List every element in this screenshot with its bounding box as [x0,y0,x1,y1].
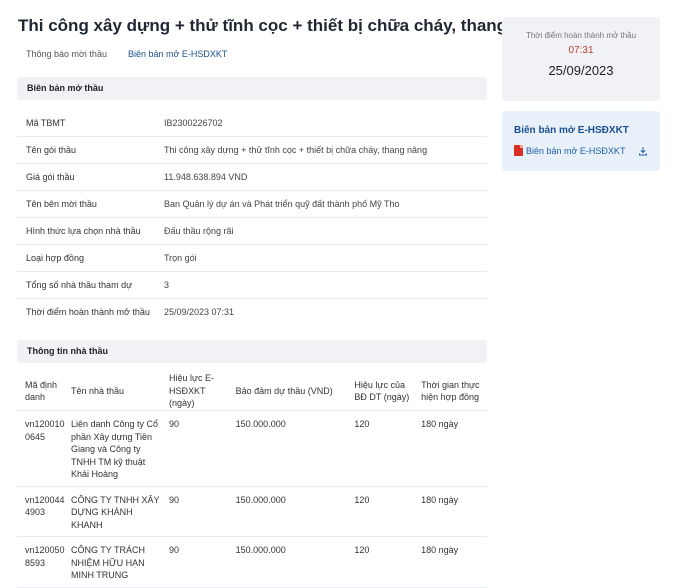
table-row: vn1200508593 CÔNG TY TRÁCH NHIỆM HỮU HẠN… [17,537,487,588]
completion-time: 07:31 [568,45,594,56]
page-title: Thi công xây dựng + thử tĩnh cọc + thiết… [18,16,553,35]
info-value: Ban Quản lý dự án và Phát triển quỹ đất … [164,199,400,209]
document-link[interactable]: Biên bản mở E-HSĐXKT [514,145,625,156]
tab-opening-minutes[interactable]: Biên bản mở E-HSDXKT [128,48,227,60]
cell-id: vn1200100645 [25,419,65,442]
info-value: 25/09/2023 07:31 [164,307,235,317]
table-row: vn1200444903 CÔNG TY TNHH XÂY DỰNG KHÁNH… [17,487,487,537]
info-row-completion-time: Thời điểm hoàn thành mở thầu 25/09/2023 … [17,299,487,325]
cell-name: CÔNG TY TNHH XÂY DỰNG KHÁNH KHANH [70,494,160,530]
info-label: Mã TBMT [26,118,66,128]
info-value: 11.948.638.894 VND [164,172,248,182]
info-row-package-price: Giá gói thầu 11.948.638.894 VND [17,164,487,191]
table-header-row: Mã định danh Tên nhà thầu Hiệu lực E-HSĐ… [17,372,487,411]
info-label: Tổng số nhà thầu tham dự [26,280,133,290]
pdf-icon [514,145,523,156]
bidders-table: Mã định danh Tên nhà thầu Hiệu lực E-HSĐ… [17,372,487,588]
cell-validity: 90 [169,545,180,555]
cell-guarantee: 150.000.000 [235,419,286,429]
cell-validity: 90 [169,494,180,505]
cell-duration: 180 ngày [421,419,459,429]
info-label: Loại hợp đồng [26,253,84,263]
info-label: Hình thức lựa chọn nhà thầu [26,226,141,236]
column-header-duration: Thời gian thực hiện hợp đồng [421,379,480,403]
completion-date: 25/09/2023 [548,63,614,78]
cell-duration: 180 ngày [421,545,459,555]
cell-id: vn1200444903 [25,494,65,518]
cell-validity: 90 [169,419,180,429]
info-label: Thời điểm hoàn thành mở thầu [26,307,150,317]
info-value: Đấu thầu rộng rãi [164,226,234,236]
info-row-tbmt-code: Mã TBMT IB2300226702 [17,110,487,137]
column-header-guarantee-validity: Hiệu lực của BĐ DT (ngày) [354,379,410,403]
cell-guarantee-validity: 120 [354,419,370,429]
info-label: Tên gói thầu [26,145,77,155]
info-row-selection-method: Hình thức lựa chọn nhà thầu Đấu thầu rộn… [17,218,487,245]
cell-duration: 180 ngày [421,494,459,505]
cell-name: Liên danh Công ty Cổ phần Xây dựng Tiền … [70,419,159,479]
completion-time-card: Thời điểm hoàn thành mở thầu 07:31 25/09… [502,17,660,101]
cell-guarantee-validity: 120 [354,545,370,555]
info-row-inviting-party: Tên bên mời thầu Ban Quản lý dự án và Ph… [17,191,487,218]
info-label: Tên bên mời thầu [26,199,97,209]
tab-bar: Thông báo mời thầu Biên bản mở E-HSDXKT [26,48,248,60]
info-row-package-name: Tên gói thầu Thi công xây dựng + thử tĩn… [17,137,487,164]
info-value: Trọn gói [164,253,197,263]
opening-minutes-header: Biên bản mở thầu [17,77,487,100]
document-title: Biên bản mở E-HSĐXKT [514,125,629,136]
info-row-bidder-count: Tổng số nhà thầu tham dự 3 [17,272,487,299]
cell-guarantee: 150.000.000 [235,545,286,555]
download-icon[interactable] [638,146,648,156]
column-header-name: Tên nhà thầu [70,385,124,396]
bidders-header: Thông tin nhà thầu [17,340,487,363]
info-value: 3 [164,280,170,290]
info-label: Giá gói thầu [26,172,75,182]
tab-bid-notice[interactable]: Thông báo mời thầu [26,48,107,60]
cell-name: CÔNG TY TRÁCH NHIỆM HỮU HẠN MINH TRUNG [70,545,145,580]
opening-minutes-table: Mã TBMT IB2300226702 Tên gói thầu Thi cô… [17,110,487,325]
cell-guarantee-validity: 120 [354,494,370,505]
column-header-id: Mã định danh [25,379,58,403]
document-link-text[interactable]: Biên bản mở E-HSĐXKT [526,146,625,156]
info-value: Thi công xây dựng + thử tĩnh cọc + thiết… [164,145,428,155]
opening-document-card: Biên bản mở E-HSĐXKT Biên bản mở E-HSĐXK… [502,111,660,171]
completion-label: Thời điểm hoàn thành mở thầu [525,31,637,40]
column-header-guarantee: Bảo đảm dự thầu (VND) [235,385,333,396]
info-row-contract-type: Loại hợp đồng Trọn gói [17,245,487,272]
table-row: vn1200100645 Liên danh Công ty Cổ phần X… [17,411,487,487]
cell-id: vn1200508593 [25,545,65,568]
column-header-validity: Hiệu lực E-HSĐXKT (ngày) [169,373,215,409]
info-value: IB2300226702 [164,118,223,128]
cell-guarantee: 150.000.000 [235,494,286,505]
